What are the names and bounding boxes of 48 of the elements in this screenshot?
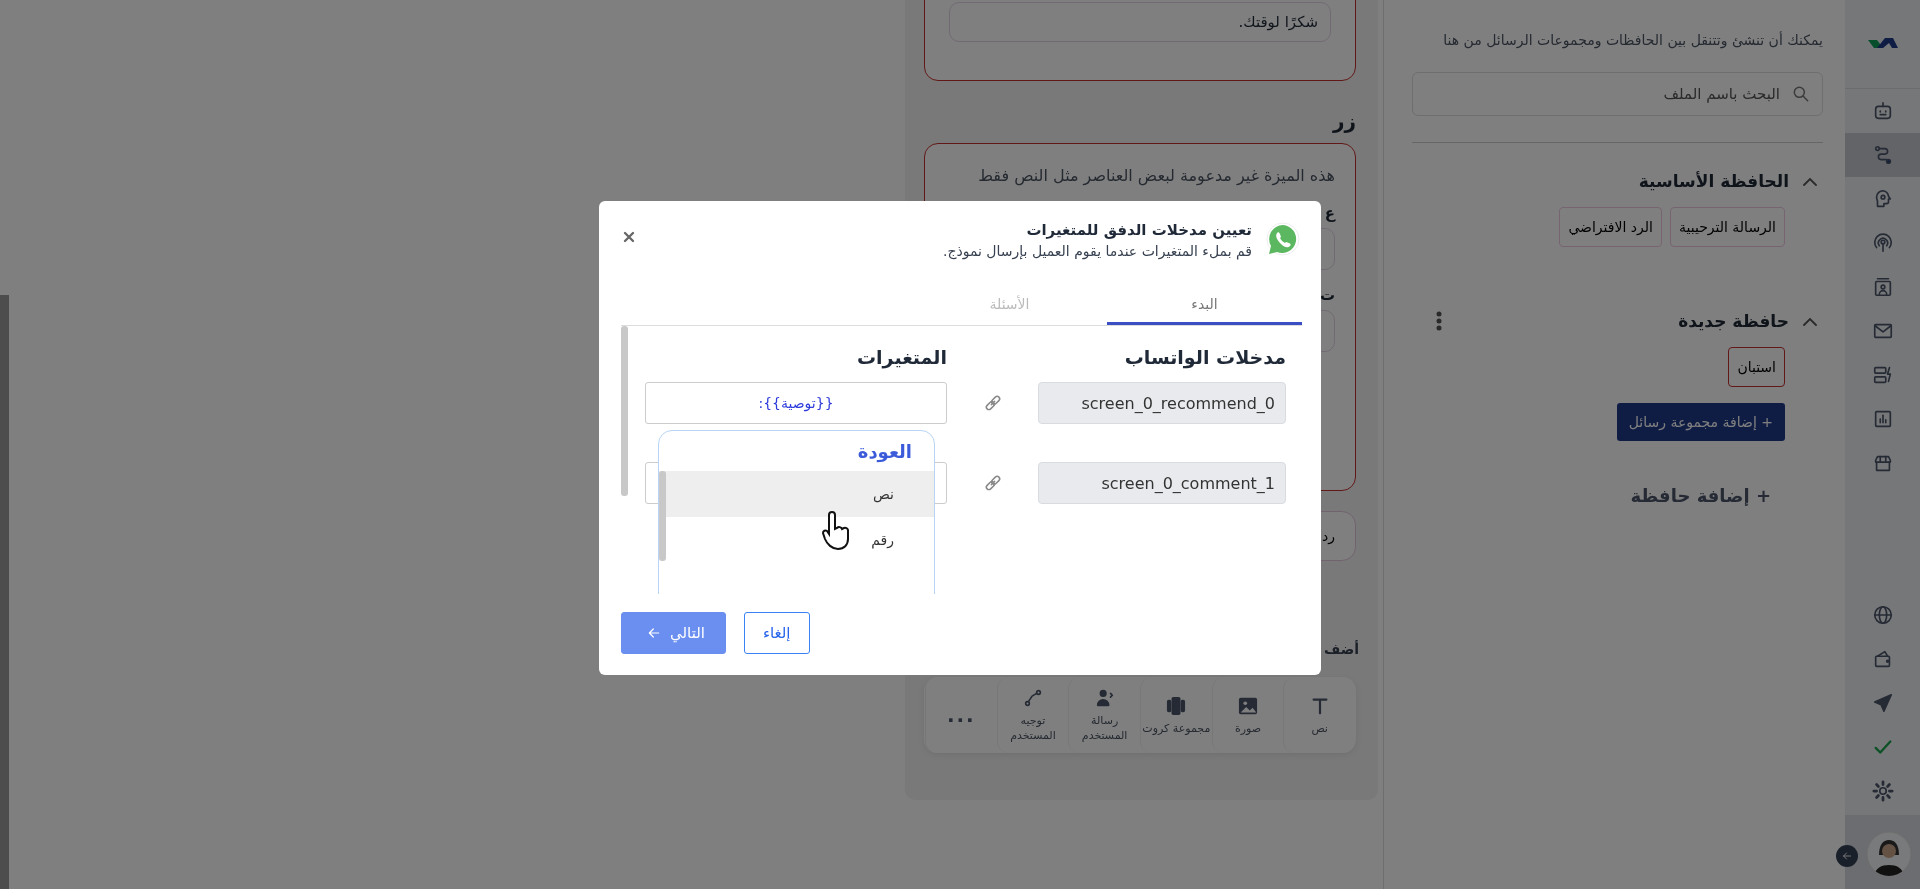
back-option[interactable]: العودة [659,431,934,471]
group-chip[interactable]: الرسالة الترحيبية [1669,207,1785,247]
cancel-button[interactable]: إلغاء [743,612,810,654]
column-header: المتغيرات [855,346,947,368]
tab[interactable]: البدء [1107,285,1302,325]
chevron-up-icon[interactable] [1803,176,1817,186]
paper-plane-icon [1871,692,1894,714]
server-bolt-icon [1871,364,1894,386]
field-label: ت [1319,286,1335,304]
cards-icon [1165,694,1188,717]
scrollbar[interactable] [659,471,666,561]
section-heading: أضف [1323,641,1359,657]
hand-cursor-icon [821,511,851,551]
folder-title[interactable]: حافظة جديدة [1678,311,1789,331]
readonly-field[interactable]: screen_0_recommend_0 [1038,382,1286,424]
kebab-menu-icon[interactable] [1436,311,1442,331]
variable-field[interactable]: {{توصية}}: [645,382,947,424]
folder-title[interactable]: الحافظة الأساسية [1638,171,1789,191]
close-icon [621,229,637,245]
rail-button[interactable] [1845,133,1920,177]
column-header: مدخلات الواتساب [1123,346,1286,368]
field-label: ع [1324,204,1335,222]
add-folder-button[interactable]: + إضافة حافظة [1630,485,1771,506]
globe-icon [1871,604,1894,626]
section-heading: زر [1331,109,1356,133]
note-text: هذه الميزة غير مدعومة لبعض العناصر مثل النص فقط [977,165,1335,188]
search-field[interactable]: البحث باسم الملف [1412,72,1823,116]
arrow-left-icon [1841,850,1853,862]
group-chip[interactable]: الرد الافتراضي [1559,207,1662,247]
dialog-subtitle: قم بملء المتغيرات عندما يقوم العميل بإرسال نموذج. [942,243,1252,259]
chat-phone-icon [1264,221,1302,259]
scrollbar[interactable] [0,295,9,889]
route-icon [1022,687,1044,709]
readonly-field[interactable]: screen_0_comment_1 [1038,462,1286,504]
dialog-title: تعيين مدخلات الدفق للمتغيرات [1025,221,1252,239]
add-group-button[interactable]: + إضافة مجموعة رسائل [1616,403,1785,441]
avatar[interactable] [1866,831,1912,877]
scrollbar[interactable] [621,326,628,496]
chevron-up-icon[interactable] [1803,316,1817,326]
search-icon [1791,84,1811,104]
settings-icon [1871,780,1894,802]
arrow-left-icon [646,625,662,641]
hint-text: يمكنك أن تنشئ وتتنقل بين الحافظات ومجموعات الرسائل من هنا [1442,32,1823,48]
group-chip[interactable]: استبان [1728,347,1785,387]
tool-button[interactable]: نص [1283,677,1355,753]
message-field[interactable]: شكرًا لوقتك. [949,2,1331,42]
broadcast-icon [1871,232,1894,254]
tool-button[interactable]: مجموعة كروت [1140,677,1212,753]
